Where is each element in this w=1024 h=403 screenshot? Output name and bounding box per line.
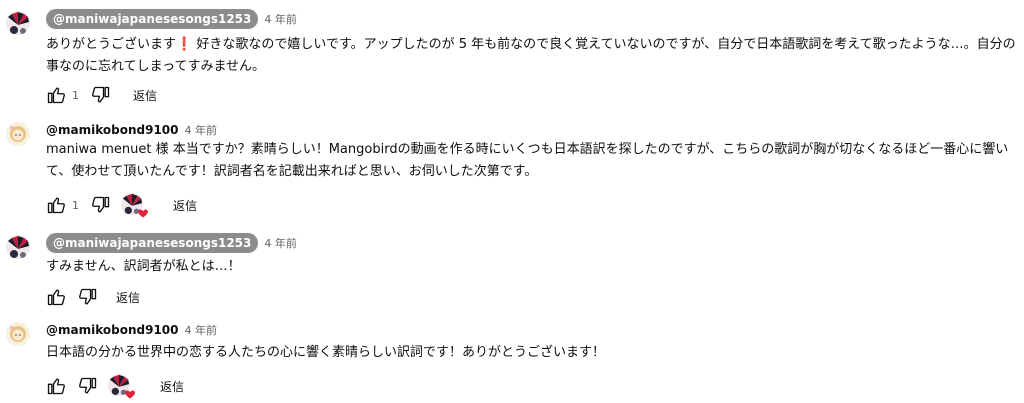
heart-icon (124, 388, 136, 400)
comment-3: @maniwajapanesesongs1253 4 年前 すみません、訳詞者が… (0, 233, 1024, 313)
author-chip[interactable]: @maniwajapanesesongs1253 (46, 9, 259, 29)
thumbs-down-icon (91, 195, 111, 215)
thumbs-up-icon (46, 376, 66, 396)
timestamp[interactable]: 4 年前 (185, 122, 218, 138)
comment-1: @maniwajapanesesongs1253 4 年前 ありがとうございます… (0, 9, 1024, 109)
comment-2: @mamikobond9100 4 年前 maniwa menuet 様 本当で… (0, 120, 1024, 220)
dislike-button[interactable] (76, 286, 100, 308)
exclamation-emoji: ❗ (176, 37, 193, 52)
thumbs-down-icon (78, 376, 98, 396)
heart-icon (137, 207, 149, 219)
comment-header: @mamikobond9100 4 年前 (46, 120, 217, 140)
thumbs-up-icon (46, 85, 66, 105)
comment-header: @maniwajapanesesongs1253 4 年前 (46, 233, 297, 253)
reply-button[interactable]: 返信 (173, 197, 197, 214)
comment-text: ありがとうございます❗ 好きな歌なので嬉しいです。アップしたのが 5 年も前なの… (46, 37, 1016, 74)
timestamp[interactable]: 4 年前 (185, 322, 218, 338)
like-button[interactable] (44, 286, 68, 308)
thumbs-down-icon (91, 85, 111, 105)
comment-text: maniwa menuet 様 本当ですか？素晴らしい！Mangobirdの動画… (46, 142, 1009, 179)
reply-button[interactable]: 返信 (133, 87, 157, 104)
dislike-button[interactable] (76, 375, 100, 397)
avatar[interactable] (6, 11, 30, 35)
avatar[interactable] (6, 235, 30, 259)
avatar[interactable] (6, 322, 30, 346)
like-count: 1 (72, 198, 79, 212)
timestamp[interactable]: 4 年前 (264, 235, 297, 251)
avatar[interactable] (6, 122, 30, 146)
thumbs-up-icon (46, 195, 66, 215)
like-count: 1 (72, 88, 79, 102)
timestamp[interactable]: 4 年前 (264, 11, 297, 27)
dislike-button[interactable] (89, 194, 113, 216)
thumbs-down-icon (78, 287, 98, 307)
like-button[interactable] (44, 375, 68, 397)
comment-4: @mamikobond9100 4 年前 日本語の分かる世界中の恋する人たちの心… (0, 320, 1024, 403)
reply-button[interactable]: 返信 (116, 289, 140, 306)
comment-text: 日本語の分かる世界中の恋する人たちの心に響く素晴らしい訳詞です！ありがとうござい… (46, 345, 606, 360)
creator-heart (121, 193, 145, 217)
comment-actions: 1 返信 (44, 84, 157, 106)
thumbs-up-icon (46, 287, 66, 307)
comment-header: @maniwajapanesesongs1253 4 年前 (46, 9, 297, 29)
dislike-button[interactable] (89, 84, 113, 106)
author-chip[interactable]: @maniwajapanesesongs1253 (46, 233, 259, 253)
author-name[interactable]: @mamikobond9100 (46, 123, 179, 137)
comment-header: @mamikobond9100 4 年前 (46, 320, 217, 340)
reply-button[interactable]: 返信 (160, 378, 184, 395)
author-name[interactable]: @mamikobond9100 (46, 323, 179, 337)
comment-actions: 返信 (44, 375, 184, 397)
like-button[interactable] (44, 194, 68, 216)
like-button[interactable] (44, 84, 68, 106)
comment-actions: 1 返信 (44, 194, 197, 216)
comment-actions: 返信 (44, 286, 140, 308)
creator-heart (108, 374, 132, 398)
comment-text: すみません、訳詞者が私とは…！ (46, 259, 241, 274)
